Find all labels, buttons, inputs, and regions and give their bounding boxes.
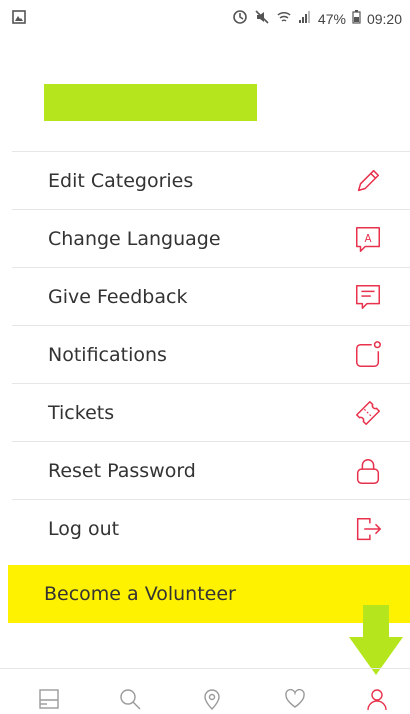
- search-tab-icon[interactable]: [115, 684, 145, 714]
- status-bar: 47% 09:20: [0, 0, 410, 36]
- tabbar-divider: [0, 668, 410, 669]
- menu-item-notifications[interactable]: Notifications: [12, 325, 410, 383]
- favorites-tab-icon[interactable]: [280, 684, 310, 714]
- notification-icon: [352, 339, 384, 371]
- menu-item-label: Tickets: [48, 401, 115, 424]
- menu-item-label: Notifications: [48, 343, 167, 366]
- menu-item-label: Give Feedback: [48, 285, 188, 308]
- location-tab-icon[interactable]: [197, 684, 227, 714]
- wifi-icon: [276, 9, 292, 28]
- mute-icon: [254, 9, 270, 28]
- settings-menu: Edit Categories Change Language A Give F…: [12, 151, 410, 557]
- profile-tab-icon[interactable]: [362, 684, 392, 714]
- menu-item-label: Reset Password: [48, 459, 196, 482]
- bottom-tab-bar: [0, 676, 410, 711]
- menu-item-label: Edit Categories: [48, 169, 194, 192]
- logout-icon: [352, 513, 384, 545]
- menu-item-change-language[interactable]: Change Language A: [12, 209, 410, 267]
- menu-item-log-out[interactable]: Log out: [12, 499, 410, 557]
- become-volunteer-label: Become a Volunteer: [44, 583, 236, 605]
- ticket-icon: [352, 397, 384, 429]
- menu-item-tickets[interactable]: Tickets: [12, 383, 410, 441]
- profile-name-redacted: [44, 84, 257, 121]
- pencil-icon: [352, 165, 384, 197]
- menu-item-edit-categories[interactable]: Edit Categories: [12, 151, 410, 209]
- gallery-notification-icon: [12, 10, 26, 27]
- home-tab-icon[interactable]: [34, 684, 64, 714]
- battery-percent: 47%: [317, 10, 346, 27]
- arrow-down-icon: [349, 605, 403, 675]
- menu-item-label: Change Language: [48, 227, 221, 250]
- clock: 09:20: [366, 10, 402, 27]
- lock-icon: [352, 455, 384, 487]
- svg-text:A: A: [364, 232, 371, 244]
- sync-icon: [232, 9, 248, 28]
- menu-item-give-feedback[interactable]: Give Feedback: [12, 267, 410, 325]
- menu-item-label: Log out: [48, 517, 120, 540]
- feedback-icon: [352, 281, 384, 313]
- status-right: 47% 09:20: [232, 9, 402, 28]
- language-icon: A: [352, 223, 384, 255]
- signal-icon: [298, 10, 312, 27]
- menu-item-reset-password[interactable]: Reset Password: [12, 441, 410, 499]
- battery-icon: [352, 10, 361, 27]
